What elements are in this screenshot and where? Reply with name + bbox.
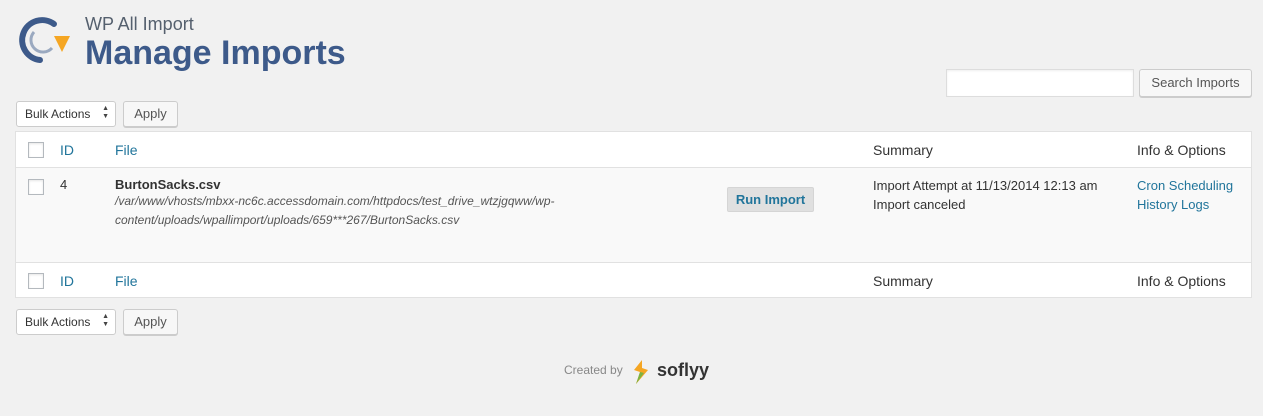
bulk-actions-select-top[interactable]: Bulk Actions ▲ ▼: [16, 101, 116, 127]
imports-table: ID File Summary Info & Options 4 BurtonS…: [15, 131, 1252, 298]
created-by-label: Created by: [564, 363, 623, 377]
select-all-checkbox-footer[interactable]: [28, 273, 44, 289]
search-input[interactable]: [946, 69, 1134, 97]
summary-cell: Import Attempt at 11/13/2014 12:13 am Im…: [873, 176, 1098, 214]
file-name: BurtonSacks.csv: [115, 177, 221, 192]
column-header-info: Info & Options: [1137, 142, 1226, 158]
select-arrows-icon: ▲ ▼: [102, 313, 109, 328]
history-logs-link[interactable]: History Logs: [1137, 195, 1233, 214]
cron-scheduling-link[interactable]: Cron Scheduling: [1137, 176, 1233, 195]
wp-all-import-logo-icon: [19, 17, 70, 63]
file-path-line2: content/uploads/wpallimport/uploads/659*…: [115, 213, 460, 227]
soflyy-logo-icon: [634, 360, 648, 384]
file-cell: BurtonSacks.csv /var/www/vhosts/mbxx-nc6…: [115, 177, 555, 230]
row-checkbox[interactable]: [28, 179, 44, 195]
select-all-checkbox[interactable]: [28, 142, 44, 158]
column-header-summary: Summary: [873, 142, 933, 158]
plugin-name: WP All Import: [85, 14, 194, 34]
file-path-line1: /var/www/vhosts/mbxx-nc6c.accessdomain.c…: [115, 194, 555, 208]
row-id: 4: [60, 177, 68, 192]
bulk-actions-select-bottom[interactable]: Bulk Actions ▲ ▼: [16, 309, 116, 335]
soflyy-brand[interactable]: soflyy: [657, 360, 709, 381]
bulk-actions-value: Bulk Actions: [25, 315, 91, 329]
column-header-id[interactable]: ID: [60, 142, 74, 158]
column-footer-info: Info & Options: [1137, 273, 1226, 289]
column-footer-id[interactable]: ID: [60, 273, 74, 289]
column-footer-file[interactable]: File: [115, 273, 138, 289]
search-imports-button[interactable]: Search Imports: [1139, 69, 1252, 97]
table-footer-row: ID File Summary Info & Options: [16, 262, 1251, 298]
bulk-actions-value: Bulk Actions: [25, 107, 91, 121]
table-row: 4 BurtonSacks.csv /var/www/vhosts/mbxx-n…: [16, 168, 1251, 262]
summary-status: Import canceled: [873, 197, 966, 212]
page-title: Manage Imports: [85, 34, 346, 72]
select-arrows-icon: ▲ ▼: [102, 105, 109, 120]
run-import-button[interactable]: Run Import: [727, 187, 814, 212]
column-footer-summary: Summary: [873, 273, 933, 289]
column-header-file[interactable]: File: [115, 142, 138, 158]
apply-button-top[interactable]: Apply: [123, 101, 178, 127]
summary-attempt: Import Attempt at 11/13/2014 12:13 am: [873, 178, 1098, 193]
table-header-row: ID File Summary Info & Options: [16, 132, 1251, 168]
apply-button-bottom[interactable]: Apply: [123, 309, 178, 335]
info-options-cell: Cron Scheduling History Logs: [1137, 176, 1233, 214]
